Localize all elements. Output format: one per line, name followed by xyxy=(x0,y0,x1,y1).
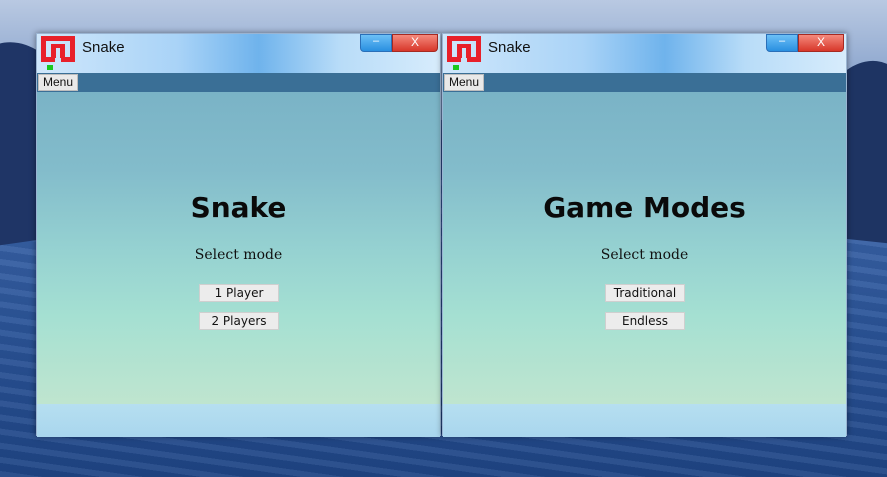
close-button[interactable]: X xyxy=(798,34,844,52)
close-icon: X xyxy=(816,35,825,49)
title-bar[interactable]: Snake – X xyxy=(37,34,440,73)
select-mode-label: Select mode xyxy=(194,247,283,263)
select-mode-label: Select mode xyxy=(600,247,689,263)
snake-window-main: Snake – X Menu Snake Select mode 1 Playe… xyxy=(36,33,441,437)
minimize-button[interactable]: – xyxy=(360,34,392,52)
snake-window-game-modes: Snake – X Menu Game Modes Select mode Tr… xyxy=(442,33,847,437)
menu-bar: Menu xyxy=(443,73,846,92)
traditional-mode-button[interactable]: Traditional xyxy=(605,284,685,302)
menu-button[interactable]: Menu xyxy=(38,74,79,91)
window-bottom-strip xyxy=(37,404,440,437)
one-player-button[interactable]: 1 Player xyxy=(199,284,279,302)
menu-button[interactable]: Menu xyxy=(444,74,485,91)
minimize-button[interactable]: – xyxy=(766,34,798,52)
two-players-button[interactable]: 2 Players xyxy=(199,312,279,330)
window-title: Snake xyxy=(488,39,531,56)
minimize-icon: – xyxy=(372,35,380,47)
close-button[interactable]: X xyxy=(392,34,438,52)
main-panel: Snake Select mode 1 Player 2 Players xyxy=(37,92,440,404)
page-title: Snake xyxy=(190,191,287,224)
endless-mode-button[interactable]: Endless xyxy=(605,312,685,330)
window-title: Snake xyxy=(82,39,125,56)
menu-bar: Menu xyxy=(37,73,440,92)
snake-app-icon xyxy=(447,36,481,70)
close-icon: X xyxy=(410,35,419,49)
window-bottom-strip xyxy=(443,404,846,437)
page-title: Game Modes xyxy=(543,191,746,224)
minimize-icon: – xyxy=(778,35,786,47)
snake-app-icon xyxy=(41,36,75,70)
main-panel: Game Modes Select mode Traditional Endle… xyxy=(443,92,846,404)
title-bar[interactable]: Snake – X xyxy=(443,34,846,73)
